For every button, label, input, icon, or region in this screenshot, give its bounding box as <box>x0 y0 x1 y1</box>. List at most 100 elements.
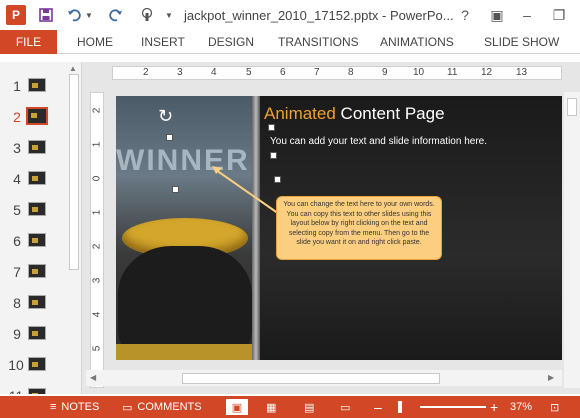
tab-design[interactable]: DESIGN <box>208 30 254 54</box>
thumbnail-image <box>28 171 46 185</box>
slide-thumbnail[interactable]: 5 <box>0 198 68 224</box>
slide-editing-area: 2 3 4 5 6 7 8 9 10 11 12 13 2 1 0 1 2 3 … <box>82 62 580 394</box>
scrollbar-thumb[interactable] <box>69 74 79 270</box>
slide-thumbnail-pane: 1 2 3 4 5 6 7 8 9 10 11 ▲ <box>0 62 82 394</box>
notes-button[interactable]: ≡ NOTES <box>50 396 99 418</box>
slide-sorter-icon[interactable]: ▦ <box>266 396 276 418</box>
ruler-number: 5 <box>246 67 252 78</box>
slide-number: 5 <box>13 202 21 218</box>
notes-label: NOTES <box>61 401 100 413</box>
comments-label: COMMENTS <box>137 401 202 413</box>
slide-number: 4 <box>13 171 21 187</box>
thumbnail-scrollbar[interactable]: ▲ <box>66 62 81 394</box>
zoom-in-button[interactable]: + <box>490 396 498 418</box>
ruler-number: 4 <box>91 311 103 318</box>
ruler-number: 2 <box>143 67 149 78</box>
zoom-slider[interactable] <box>420 406 486 408</box>
divider-bar <box>252 96 260 360</box>
ruler-number: 6 <box>280 67 286 78</box>
tab-home[interactable]: HOME <box>77 30 113 54</box>
slide-number: 10 <box>8 357 24 373</box>
selection-handle[interactable] <box>268 124 275 131</box>
undo-dropdown-icon[interactable]: ▼ <box>84 6 94 24</box>
slide-thumbnail[interactable]: 8 <box>0 291 68 317</box>
slide-number: 6 <box>13 233 21 249</box>
ribbon-tabs: FILE HOME INSERT DESIGN TRANSITIONS ANIM… <box>0 30 580 54</box>
comments-button[interactable]: ▭ COMMENTS <box>122 396 202 418</box>
tab-transitions[interactable]: TRANSITIONS <box>278 30 359 54</box>
title-accent-word: Animated <box>264 104 336 123</box>
scrollbar-thumb[interactable] <box>182 373 440 384</box>
selection-handle[interactable] <box>172 186 179 193</box>
slide-number: 7 <box>13 264 21 280</box>
ruler-number: 12 <box>481 67 493 78</box>
coins-floor <box>116 344 252 360</box>
window-title: jackpot_winner_2010_17152.pptx - PowerPo… <box>184 8 454 23</box>
customize-toolbar-icon[interactable]: ▼ <box>164 6 174 24</box>
thumbnail-image <box>26 107 48 125</box>
slide-body-text[interactable]: You can add your text and slide informat… <box>270 136 487 147</box>
zoom-out-button[interactable]: – <box>374 396 382 418</box>
slide-canvas[interactable]: WINNER ↻ Animated Content Page You can a… <box>116 96 562 360</box>
ruler-number: 3 <box>91 277 103 284</box>
ruler-number: 0 <box>91 175 103 182</box>
tab-animations[interactable]: ANIMATIONS <box>380 30 454 54</box>
fit-slide-icon[interactable]: ⊡ <box>550 396 559 418</box>
selection-handle[interactable] <box>166 134 173 141</box>
scroll-right-icon[interactable]: ▶ <box>548 373 554 382</box>
slide-thumbnail[interactable]: 10 <box>0 353 68 379</box>
slide-thumbnail[interactable]: 1 <box>0 74 68 100</box>
ribbon-display-options-button[interactable]: ▣ <box>484 4 510 26</box>
scrollbar-thumb[interactable] <box>567 98 577 116</box>
undo-icon[interactable] <box>66 6 82 24</box>
ruler-number: 2 <box>91 107 103 114</box>
ruler-number: 2 <box>91 243 103 250</box>
slide-number: 3 <box>13 140 21 156</box>
touch-mode-icon[interactable] <box>138 6 156 24</box>
ruler-number: 9 <box>382 67 388 78</box>
horizontal-scrollbar[interactable]: ◀ ▶ <box>86 370 562 386</box>
slide-number: 8 <box>13 295 21 311</box>
thumbnail-image <box>28 388 46 394</box>
selection-handle[interactable] <box>270 152 277 159</box>
jackpot-pot-image[interactable]: WINNER ↻ <box>116 96 252 360</box>
zoom-slider-thumb[interactable] <box>398 401 402 413</box>
scroll-up-icon[interactable]: ▲ <box>69 64 77 73</box>
title-rest: Content Page <box>335 104 445 123</box>
slide-thumbnail[interactable]: 3 <box>0 136 68 162</box>
ruler-number: 8 <box>348 67 354 78</box>
reading-view-icon[interactable]: ▤ <box>304 396 314 418</box>
slide-thumbnail[interactable]: 9 <box>0 322 68 348</box>
slide-thumbnail-selected[interactable]: 2 <box>0 105 68 131</box>
normal-view-icon[interactable]: ▣ <box>226 399 248 415</box>
rotate-handle-icon[interactable]: ↻ <box>158 106 173 127</box>
save-icon[interactable] <box>38 6 54 24</box>
redo-icon[interactable] <box>108 6 124 24</box>
help-button[interactable]: ? <box>452 4 478 26</box>
ruler-number: 7 <box>314 67 320 78</box>
cauldron-pot <box>118 246 252 360</box>
thumbnail-image <box>28 233 46 247</box>
vertical-scrollbar[interactable] <box>564 92 580 388</box>
slide-show-icon[interactable]: ▭ <box>340 396 350 418</box>
tab-insert[interactable]: INSERT <box>141 30 185 54</box>
status-bar: ≡ NOTES ▭ COMMENTS ▣ ▦ ▤ ▭ – + 37% ⊡ <box>0 396 580 418</box>
slide-thumbnail[interactable]: 4 <box>0 167 68 193</box>
minimize-button[interactable]: – <box>514 4 540 26</box>
restore-button[interactable]: ❐ <box>546 4 572 26</box>
tab-slide-show[interactable]: SLIDE SHOW <box>484 30 559 54</box>
slide-thumbnail[interactable]: 6 <box>0 229 68 255</box>
slide-number: 11 <box>6 388 26 394</box>
tab-file[interactable]: FILE <box>0 30 57 54</box>
slide-title[interactable]: Animated Content Page <box>264 104 445 124</box>
slide-thumbnail[interactable]: 11 <box>0 384 68 394</box>
vertical-ruler: 2 1 0 1 2 3 4 5 6 <box>90 92 104 388</box>
thumbnail-image <box>28 140 46 154</box>
scroll-left-icon[interactable]: ◀ <box>90 373 96 382</box>
zoom-level[interactable]: 37% <box>510 396 532 418</box>
horizontal-ruler: 2 3 4 5 6 7 8 9 10 11 12 13 <box>112 66 562 80</box>
callout-box[interactable]: You can change the text here to your own… <box>276 196 442 260</box>
ruler-number: 4 <box>211 67 217 78</box>
slide-thumbnail[interactable]: 7 <box>0 260 68 286</box>
slide-number: 1 <box>13 78 21 94</box>
